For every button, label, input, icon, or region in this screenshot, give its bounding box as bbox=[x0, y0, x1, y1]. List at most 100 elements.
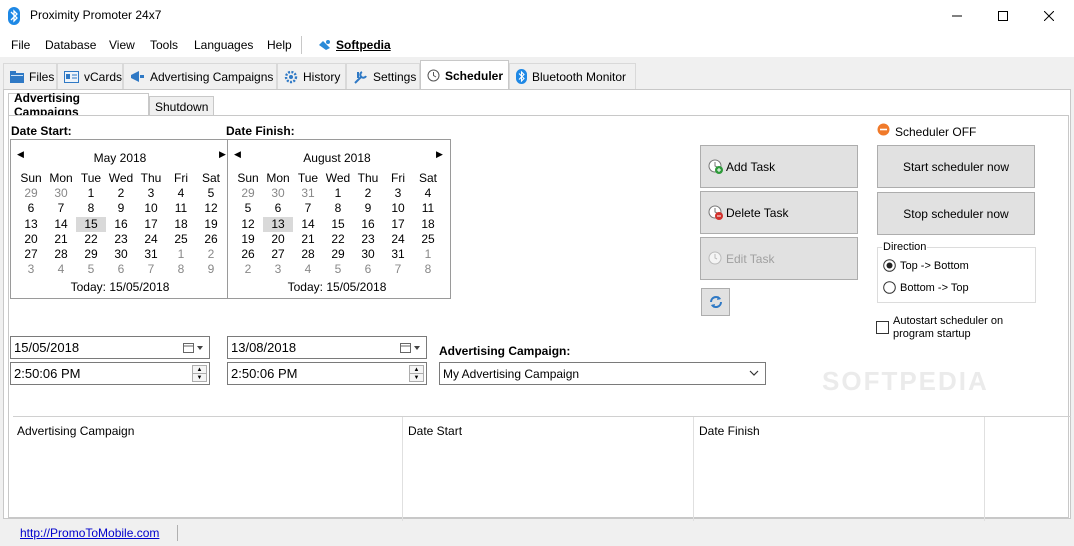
calendar-dropdown-icon[interactable] bbox=[183, 342, 205, 354]
calendar-day[interactable]: 11 bbox=[413, 201, 443, 216]
calendar-day[interactable]: 7 bbox=[293, 201, 323, 216]
calendar-day[interactable]: 25 bbox=[166, 232, 196, 247]
calendar-day[interactable]: 5 bbox=[233, 201, 263, 216]
calendar-day[interactable]: 26 bbox=[196, 232, 226, 247]
direction-bottom-top-radio[interactable]: Bottom -> Top bbox=[883, 281, 969, 294]
calendar-day[interactable]: 28 bbox=[46, 247, 76, 262]
calendar-day[interactable]: 4 bbox=[166, 186, 196, 201]
menu-help[interactable]: Help bbox=[267, 38, 292, 52]
calendar-day[interactable]: 20 bbox=[263, 232, 293, 247]
calendar-day[interactable]: 29 bbox=[233, 186, 263, 201]
calendar-day[interactable]: 8 bbox=[323, 201, 353, 216]
calendar-day[interactable]: 23 bbox=[353, 232, 383, 247]
calendar-day[interactable]: 26 bbox=[233, 247, 263, 262]
stop-scheduler-button[interactable]: Stop scheduler now bbox=[877, 192, 1035, 235]
calendar-day[interactable]: 9 bbox=[353, 201, 383, 216]
calendar-day[interactable]: 23 bbox=[106, 232, 136, 247]
subtab-shutdown[interactable]: Shutdown bbox=[149, 96, 214, 116]
calendar-day[interactable]: 6 bbox=[263, 201, 293, 216]
calendar-day[interactable]: 6 bbox=[16, 201, 46, 216]
edit-task-button[interactable]: Edit Task bbox=[700, 237, 858, 280]
calendar-day[interactable]: 3 bbox=[383, 186, 413, 201]
calendar-day[interactable]: 6 bbox=[106, 262, 136, 277]
menu-view[interactable]: View bbox=[109, 38, 135, 52]
tab-vcards[interactable]: vCards bbox=[57, 63, 123, 89]
calendar-day[interactable]: 29 bbox=[76, 247, 106, 262]
calendar-day[interactable]: 14 bbox=[293, 217, 323, 232]
maximize-button[interactable] bbox=[980, 0, 1026, 32]
spin-down-icon[interactable]: ▼ bbox=[410, 374, 423, 382]
calendar-day[interactable]: 7 bbox=[136, 262, 166, 277]
calendar-day[interactable]: 3 bbox=[263, 262, 293, 277]
calendar-day[interactable]: 28 bbox=[293, 247, 323, 262]
calendar-day[interactable]: 1 bbox=[76, 186, 106, 201]
calendar-finish[interactable]: ◀ ▶ August 2018 Sun Mon Tue Wed Thu Fri Sat 29 3… bbox=[228, 139, 446, 299]
column-header-campaign[interactable]: Advertising Campaign bbox=[17, 424, 134, 438]
calendar-day[interactable]: 8 bbox=[166, 262, 196, 277]
calendar-day[interactable]: 29 bbox=[16, 186, 46, 201]
calendar-today-label[interactable]: Today: 15/05/2018 bbox=[228, 280, 446, 294]
calendar-day[interactable]: 19 bbox=[196, 217, 226, 232]
calendar-day[interactable]: 13 bbox=[16, 217, 46, 232]
calendar-day[interactable]: 19 bbox=[233, 232, 263, 247]
calendar-day-grid[interactable]: Sun Mon Tue Wed Thu Fri Sat 29 30 1 2 3 4 5 6 7 8 9 10 11 12… bbox=[16, 171, 226, 277]
calendar-dropdown-icon[interactable] bbox=[400, 342, 422, 354]
calendar-day[interactable]: 8 bbox=[413, 262, 443, 277]
column-header-date-start[interactable]: Date Start bbox=[408, 424, 462, 438]
delete-task-button[interactable]: Delete Task bbox=[700, 191, 858, 234]
calendar-day[interactable]: 27 bbox=[263, 247, 293, 262]
calendar-month-title[interactable]: May 2018 bbox=[11, 151, 229, 165]
calendar-day[interactable]: 3 bbox=[136, 186, 166, 201]
calendar-day[interactable]: 10 bbox=[383, 201, 413, 216]
add-task-button[interactable]: Add Task bbox=[700, 145, 858, 188]
calendar-day[interactable]: 3 bbox=[16, 262, 46, 277]
calendar-day[interactable]: 1 bbox=[323, 186, 353, 201]
calendar-day[interactable]: 2 bbox=[196, 247, 226, 262]
menu-file[interactable]: File bbox=[11, 38, 30, 52]
calendar-day[interactable]: 15 bbox=[323, 217, 353, 232]
chevron-down-icon[interactable] bbox=[749, 370, 759, 378]
task-grid[interactable]: Advertising Campaign Date Start Date Fin… bbox=[13, 416, 1071, 536]
calendar-day[interactable]: 9 bbox=[106, 201, 136, 216]
close-button[interactable] bbox=[1026, 0, 1072, 32]
calendar-day[interactable]: 14 bbox=[46, 217, 76, 232]
calendar-day[interactable]: 2 bbox=[106, 186, 136, 201]
calendar-day[interactable]: 21 bbox=[46, 232, 76, 247]
calendar-day[interactable]: 6 bbox=[353, 262, 383, 277]
website-link[interactable]: http://PromoToMobile.com bbox=[20, 526, 159, 540]
calendar-day[interactable]: 4 bbox=[46, 262, 76, 277]
column-header-date-finish[interactable]: Date Finish bbox=[699, 424, 760, 438]
calendar-month-title[interactable]: August 2018 bbox=[228, 151, 446, 165]
calendar-day[interactable]: 30 bbox=[353, 247, 383, 262]
calendar-day[interactable]: 30 bbox=[46, 186, 76, 201]
calendar-day[interactable]: 9 bbox=[196, 262, 226, 277]
calendar-day[interactable]: 25 bbox=[413, 232, 443, 247]
calendar-start[interactable]: ◀ ▶ May 2018 Sun Mon Tue Wed Thu Fri Sat 29 30 1 2… bbox=[11, 139, 229, 299]
tab-files[interactable]: Files bbox=[3, 63, 57, 89]
calendar-day[interactable]: 17 bbox=[383, 217, 413, 232]
calendar-day[interactable]: 18 bbox=[413, 217, 443, 232]
calendar-day[interactable]: 2 bbox=[233, 262, 263, 277]
subtab-advertising-campaigns[interactable]: Advertising Campaigns bbox=[8, 91, 149, 119]
calendar-day[interactable]: 31 bbox=[383, 247, 413, 262]
calendar-day[interactable]: 15 bbox=[76, 216, 106, 232]
calendar-day[interactable]: 31 bbox=[293, 186, 323, 201]
calendar-day[interactable]: 12 bbox=[196, 201, 226, 216]
finish-date-picker[interactable]: 13/08/2018 bbox=[227, 336, 427, 359]
spin-down-icon[interactable]: ▼ bbox=[193, 374, 206, 382]
calendar-day[interactable]: 4 bbox=[413, 186, 443, 201]
tab-bluetooth-monitor[interactable]: Bluetooth Monitor bbox=[509, 63, 636, 89]
calendar-day-grid[interactable]: Sun Mon Tue Wed Thu Fri Sat 29 30 31 1 2 3 4 5 6 7 8 9 10 11… bbox=[233, 171, 443, 277]
start-time-spinner[interactable]: ▲ ▼ bbox=[192, 365, 207, 382]
calendar-day[interactable]: 12 bbox=[233, 217, 263, 232]
start-scheduler-button[interactable]: Start scheduler now bbox=[877, 145, 1035, 188]
calendar-day[interactable]: 5 bbox=[196, 186, 226, 201]
calendar-day[interactable]: 5 bbox=[323, 262, 353, 277]
calendar-day[interactable]: 24 bbox=[136, 232, 166, 247]
calendar-day[interactable]: 2 bbox=[353, 186, 383, 201]
calendar-day[interactable]: 22 bbox=[323, 232, 353, 247]
calendar-day[interactable]: 13 bbox=[263, 216, 293, 232]
calendar-day[interactable]: 24 bbox=[383, 232, 413, 247]
menu-languages[interactable]: Languages bbox=[194, 38, 253, 52]
calendar-day[interactable]: 11 bbox=[166, 201, 196, 216]
